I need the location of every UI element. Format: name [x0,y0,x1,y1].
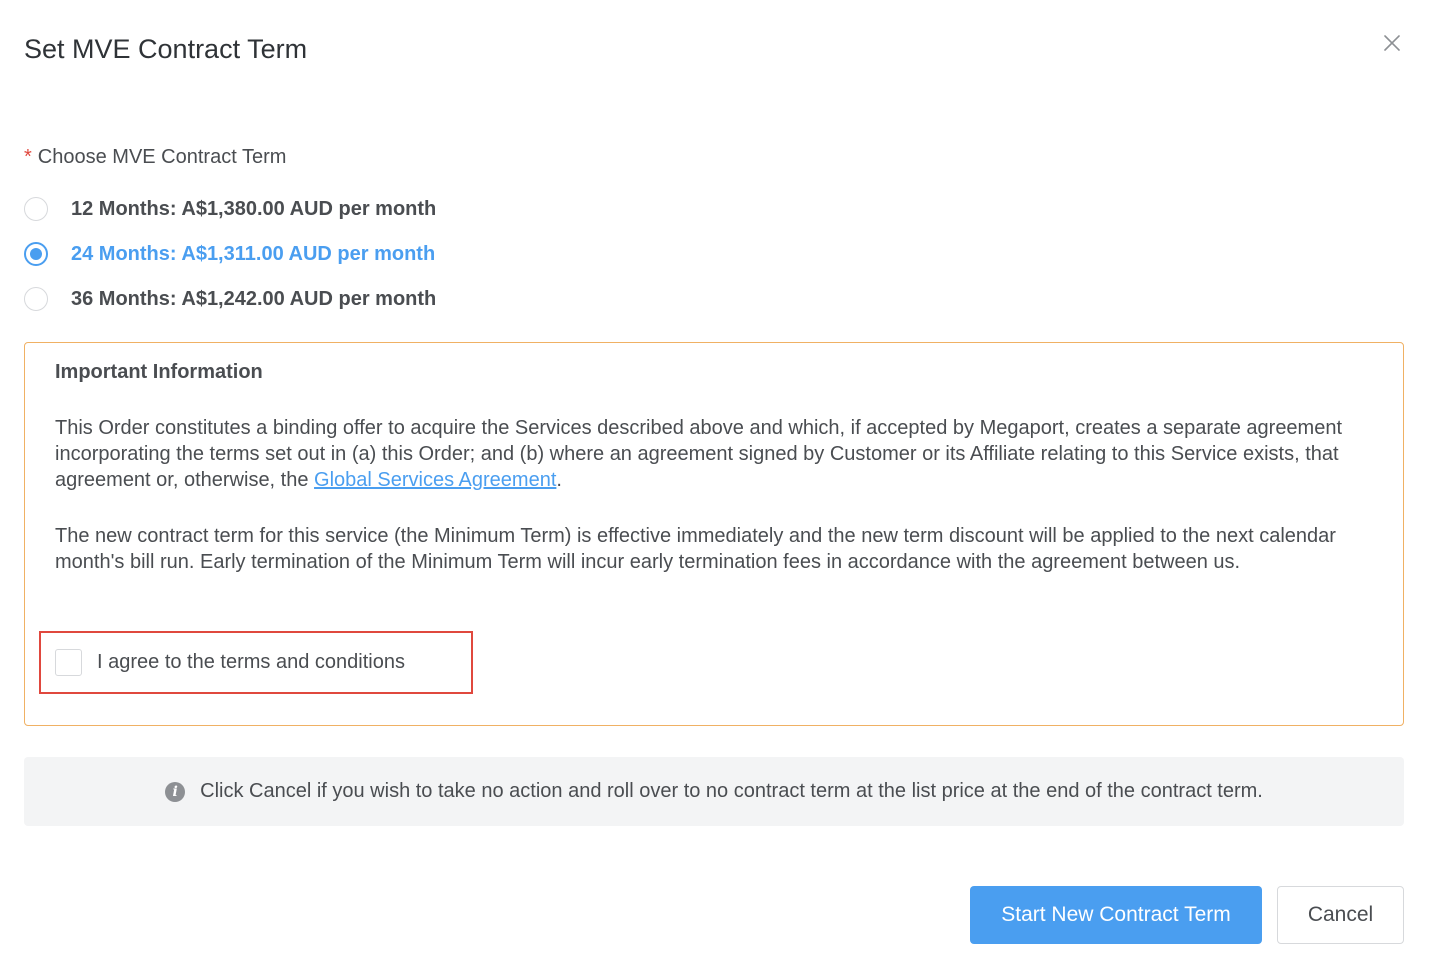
notice-text: Click Cancel if you wish to take no acti… [200,780,1263,802]
radio-button[interactable] [24,197,48,221]
term-field-label: * Choose MVE Contract Term [24,143,286,171]
radio-button[interactable] [24,287,48,311]
close-button[interactable] [1378,29,1406,57]
agree-checkbox[interactable] [55,648,82,676]
agree-terms-checkbox-row[interactable]: I agree to the terms and conditions [55,648,405,676]
global-services-agreement-link[interactable]: Global Services Agreement [314,469,556,491]
term-field-label-text: Choose MVE Contract Term [37,146,287,168]
term-option-12-months[interactable]: 12 Months: A$1,380.00 AUD per month [24,195,436,223]
binding-offer-paragraph: This Order constitutes a binding offer t… [55,415,1385,493]
start-new-contract-term-button[interactable]: Start New Contract Term [970,886,1262,944]
minimum-term-paragraph: The new contract term for this service (… [55,525,1336,573]
term-option-36-months[interactable]: 36 Months: A$1,242.00 AUD per month [24,285,436,313]
term-option-label: 24 Months: A$1,311.00 AUD per month [71,242,436,265]
info-icon: i [165,781,186,802]
paragraph-text-end: . [556,469,562,491]
important-information-box: Important Information This Order constit… [24,342,1404,726]
dialog-title: Set MVE Contract Term [24,34,308,64]
paragraph-text: This Order constitutes a binding offer t… [55,417,1343,491]
set-contract-term-dialog: Set MVE Contract Term * Choose MVE Contra… [0,0,1434,975]
term-option-label: 12 Months: A$1,380.00 AUD per month [71,197,437,220]
term-option-24-months[interactable]: 24 Months: A$1,311.00 AUD per month [24,240,435,268]
cancel-notice: i Click Cancel if you wish to take no ac… [24,757,1404,826]
close-icon [1384,35,1400,51]
radio-button-selected[interactable] [24,242,48,266]
cancel-button[interactable]: Cancel [1277,886,1404,944]
agree-label: I agree to the terms and conditions [97,650,405,673]
term-option-label: 36 Months: A$1,242.00 AUD per month [71,287,437,310]
info-heading: Important Information [55,361,263,383]
required-marker: * [24,146,32,168]
